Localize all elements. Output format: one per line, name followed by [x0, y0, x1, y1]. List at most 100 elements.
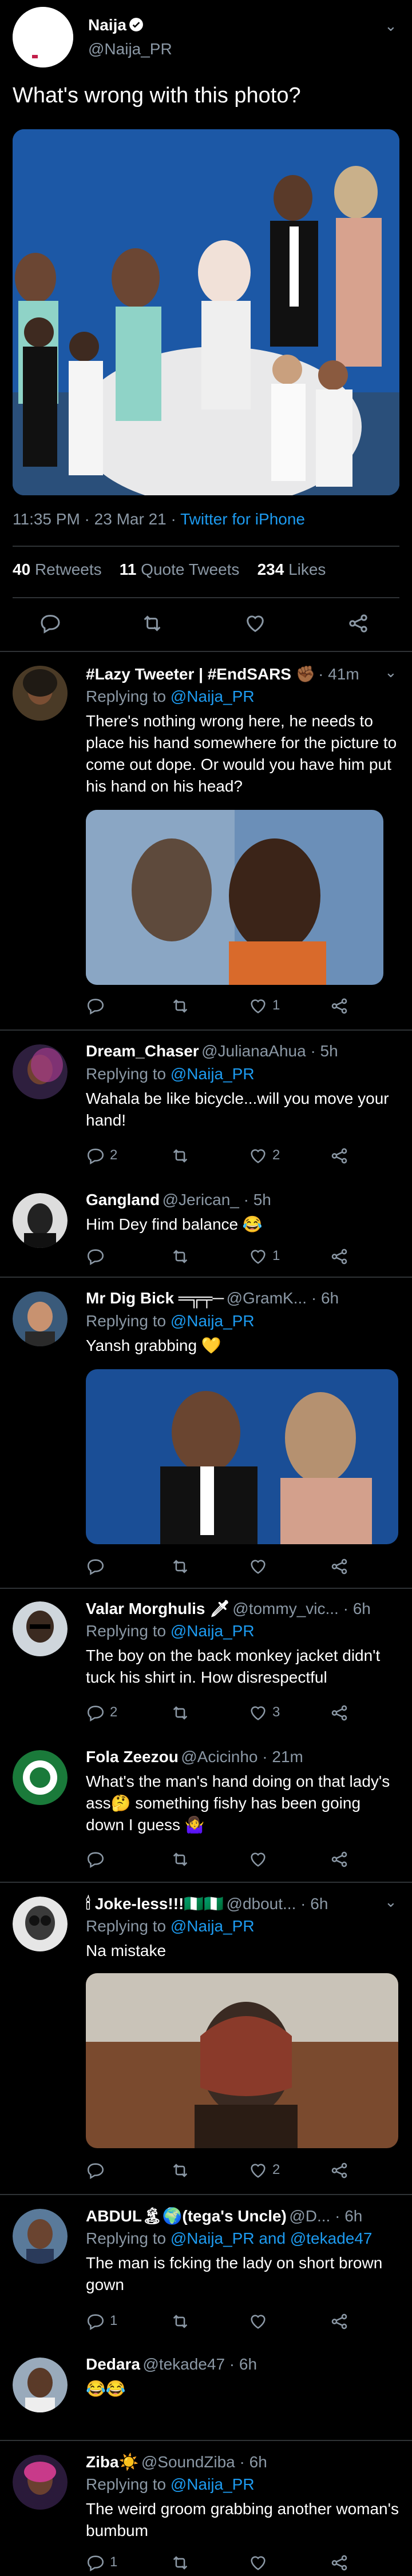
avatar[interactable]	[13, 2209, 68, 2264]
avatar[interactable]	[13, 666, 68, 721]
like-icon[interactable]	[248, 2161, 268, 2180]
retweet-icon[interactable]	[171, 1557, 190, 1576]
reply-meta[interactable]: @Acicinho · 21m	[181, 1748, 303, 1766]
replying-label: Replying to	[86, 2229, 171, 2247]
replying-to-link[interactable]: @Naija_PR	[171, 687, 255, 705]
like-icon[interactable]	[248, 1146, 268, 1166]
tweet-source[interactable]: Twitter for iPhone	[180, 510, 305, 528]
author-handle[interactable]: @Naija_PR	[88, 40, 172, 58]
retweet-count[interactable]: 40 Retweets	[13, 560, 102, 578]
chevron-down-icon[interactable]: ⌄	[385, 1893, 397, 1911]
reply-icon[interactable]	[86, 1146, 105, 1166]
reply-text: Wahala be like bicycle...will you move y…	[86, 1090, 389, 1129]
replying-to-link[interactable]: @Naija_PR	[171, 1917, 255, 1935]
reply-meta[interactable]: @tekade47 · 6h	[142, 2355, 257, 2373]
like-icon[interactable]	[248, 996, 268, 1016]
reply-text: What's the man's hand doing on that lady…	[86, 1772, 390, 1834]
reply-icon[interactable]	[86, 996, 105, 1016]
reply-icon[interactable]	[86, 2161, 105, 2180]
share-icon[interactable]	[330, 2553, 349, 2573]
author-name[interactable]: ABDUL🏝🌍(tega's Uncle)	[86, 2207, 287, 2225]
like-icon[interactable]	[248, 1703, 268, 1723]
like-icon[interactable]	[248, 1247, 268, 1266]
share-icon[interactable]	[330, 996, 349, 1016]
reply-icon[interactable]	[39, 612, 62, 635]
avatar[interactable]	[13, 2455, 68, 2510]
avatar[interactable]	[13, 1897, 68, 1951]
avatar-image	[13, 1750, 68, 1805]
like-icon[interactable]	[248, 1557, 268, 1576]
avatar[interactable]	[13, 1291, 68, 1346]
reply-icon[interactable]	[86, 1703, 105, 1723]
retweet-icon[interactable]	[171, 996, 190, 1016]
retweet-icon[interactable]	[171, 1146, 190, 1166]
replying-to-link[interactable]: @Naija_PR	[171, 2475, 255, 2493]
reply-meta[interactable]: · 41m	[318, 665, 359, 683]
author-name[interactable]: Valar Morghulis 🗡	[86, 1600, 230, 1617]
reply-photo[interactable]	[86, 810, 383, 985]
retweet-icon[interactable]	[171, 1703, 190, 1723]
retweet-icon[interactable]	[171, 2312, 190, 2331]
avatar-image	[13, 1193, 68, 1248]
author-name[interactable]: Naija	[88, 16, 126, 34]
reply-icon[interactable]	[86, 1850, 105, 1869]
reply-meta[interactable]: @D... · 6h	[289, 2207, 362, 2225]
share-icon[interactable]	[330, 2161, 349, 2180]
share-icon[interactable]	[347, 612, 370, 635]
retweet-icon[interactable]	[171, 2553, 190, 2573]
avatar[interactable]	[13, 1044, 68, 1099]
retweet-icon[interactable]	[171, 1247, 190, 1266]
reply-meta[interactable]: @tommy_vic... · 6h	[232, 1600, 371, 1617]
avatar[interactable]	[13, 7, 73, 67]
reply-meta[interactable]: @JulianaAhua · 5h	[201, 1042, 338, 1060]
like-count[interactable]: 234 Likes	[258, 560, 326, 578]
like-icon[interactable]	[244, 612, 267, 635]
reply-meta[interactable]: @GramK... · 6h	[227, 1289, 339, 1307]
author-name[interactable]: Dream_Chaser	[86, 1042, 199, 1060]
share-icon[interactable]	[330, 2312, 349, 2331]
tweet-photo[interactable]	[13, 129, 399, 495]
tweet-timestamp[interactable]: 11:35 PM · 23 Mar 21 ·	[13, 510, 180, 528]
replying-to-link[interactable]: @Naija_PR and @tekade47	[171, 2229, 373, 2247]
retweet-icon[interactable]	[141, 612, 164, 635]
reply-photo[interactable]	[86, 1973, 398, 2148]
author-name[interactable]: Fola Zeezou	[86, 1748, 179, 1766]
replying-to-link[interactable]: @Naija_PR	[171, 1312, 255, 1330]
author-name[interactable]: Dedara	[86, 2355, 140, 2373]
reply-meta[interactable]: @Jerican_ · 5h	[163, 1191, 271, 1209]
author-name[interactable]: #Lazy Tweeter | #EndSARS ✊🏾	[86, 665, 316, 683]
author-name[interactable]: 🕯 Joke-less!!!🇳🇬🇳🇬	[86, 1895, 224, 1913]
avatar[interactable]	[13, 1601, 68, 1656]
retweet-icon[interactable]	[171, 2161, 190, 2180]
replying-label: Replying to	[86, 1065, 171, 1083]
like-icon[interactable]	[248, 2312, 268, 2331]
avatar[interactable]	[13, 1750, 68, 1805]
quote-count[interactable]: 11 Quote Tweets	[120, 560, 240, 578]
like-icon[interactable]	[248, 2553, 268, 2573]
like-icon[interactable]	[248, 1850, 268, 1869]
author-name[interactable]: Ziba☀️	[86, 2453, 138, 2471]
chevron-down-icon[interactable]: ⌄	[385, 663, 397, 681]
share-icon[interactable]	[330, 1850, 349, 1869]
reply-meta[interactable]: @dbout... · 6h	[227, 1895, 328, 1913]
reply-meta[interactable]: @SoundZiba · 6h	[141, 2453, 267, 2471]
author-name[interactable]: Gangland	[86, 1191, 160, 1209]
replying-to-link[interactable]: @Naija_PR	[171, 1065, 255, 1083]
reply-photo[interactable]	[86, 1369, 398, 1544]
share-icon[interactable]	[330, 1557, 349, 1576]
share-icon[interactable]	[330, 1247, 349, 1266]
retweet-icon[interactable]	[171, 1850, 190, 1869]
avatar[interactable]	[13, 2358, 68, 2412]
reply-text: Yansh grabbing 💛	[86, 1337, 221, 1354]
reply-icon[interactable]	[86, 1247, 105, 1266]
chevron-down-icon[interactable]: ⌄	[385, 17, 397, 35]
author-name[interactable]: Mr Dig Bick ═╦╤─	[86, 1289, 224, 1307]
reply-icon[interactable]	[86, 2553, 105, 2573]
reply-icon[interactable]	[86, 2312, 105, 2331]
share-icon[interactable]	[330, 1146, 349, 1166]
replying-to-link[interactable]: @Naija_PR	[171, 1622, 255, 1640]
avatar[interactable]	[13, 1193, 68, 1248]
reply-actions: 1	[86, 2311, 383, 2333]
share-icon[interactable]	[330, 1703, 349, 1723]
reply-icon[interactable]	[86, 1557, 105, 1576]
